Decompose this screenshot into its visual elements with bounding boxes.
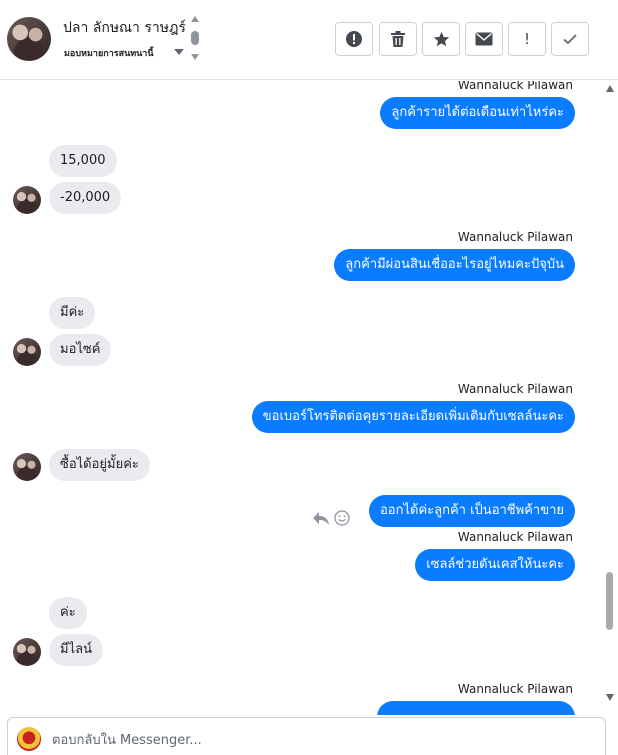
message-incoming[interactable]: มีค่ะ xyxy=(49,297,96,329)
sender-name: Wannaluck Pilawan xyxy=(457,382,573,396)
sender-name: Wannaluck Pilawan xyxy=(457,230,573,244)
contact-avatar-small[interactable] xyxy=(13,453,41,481)
scroll-thumb[interactable] xyxy=(606,572,613,630)
messenger-conversation-panel: ปลา ลักษณา ราษฎร์ มอบหมายการสนทนานี้ ! W… xyxy=(0,0,618,755)
contact-avatar-small[interactable] xyxy=(13,186,41,214)
message-outgoing[interactable]: ลูกค้ามีผ่อนสินเชื่ออะไรอยู่ไหมคะปัจุบัน xyxy=(334,249,575,281)
follow-up-button[interactable]: ! xyxy=(508,22,546,56)
assign-conversation-label[interactable]: มอบหมายการสนทนานี้ xyxy=(64,46,154,60)
reply-box xyxy=(7,717,606,755)
thread-scrollbar[interactable] xyxy=(603,81,618,709)
sender-name: Wannaluck Pilawan xyxy=(457,81,573,92)
page-avatar xyxy=(17,727,41,751)
message-incoming[interactable]: -20,000 xyxy=(49,182,122,214)
conversation-header: ปลา ลักษณา ราษฎร์ มอบหมายการสนทนานี้ ! xyxy=(0,0,618,80)
chevron-down-icon[interactable] xyxy=(174,49,184,55)
scroll-up-arrow-icon[interactable] xyxy=(191,16,199,22)
star-icon xyxy=(433,31,449,46)
reply-input[interactable] xyxy=(52,718,592,755)
alert-circle-icon xyxy=(346,31,362,47)
envelope-icon xyxy=(475,32,493,46)
mark-done-button[interactable] xyxy=(551,22,589,56)
message-outgoing[interactable]: ลูกค้ารายได้ต่อเดือนเท่าไหร่คะ xyxy=(380,97,575,129)
contact-name[interactable]: ปลา ลักษณา ราษฎร์ xyxy=(63,17,186,39)
reply-icon[interactable] xyxy=(312,510,330,526)
check-icon xyxy=(563,34,577,45)
mark-spam-button[interactable] xyxy=(335,22,373,56)
message-outgoing-partial[interactable] xyxy=(377,701,575,715)
delete-button[interactable] xyxy=(379,22,417,56)
message-incoming[interactable]: มอไซค์ xyxy=(49,334,112,366)
message-incoming[interactable]: มีไลน์ xyxy=(49,634,103,666)
message-incoming[interactable]: ค่ะ xyxy=(49,597,87,629)
message-actions xyxy=(312,509,352,527)
scroll-down-arrow-icon[interactable] xyxy=(606,694,614,701)
message-incoming[interactable]: 15,000 xyxy=(49,145,117,177)
scroll-up-arrow-icon[interactable] xyxy=(606,85,614,92)
contact-avatar[interactable] xyxy=(7,17,51,61)
message-outgoing[interactable]: เซลล์ช่วยดันเคสให้นะคะ xyxy=(415,549,575,581)
header-scrollbar[interactable] xyxy=(190,16,200,62)
contact-avatar-small[interactable] xyxy=(13,338,41,366)
trash-icon xyxy=(391,31,405,47)
message-outgoing[interactable]: ออกได้ค่ะลูกค้า เป็นอาชีพค้าขาย xyxy=(369,495,575,527)
scroll-thumb[interactable] xyxy=(191,31,199,45)
message-thread[interactable]: Wannaluck Pilawan ลูกค้ารายได้ต่อเดือนเท… xyxy=(0,81,603,715)
message-outgoing[interactable]: ขอเบอร์โทรติดต่อคุยรายละเอียดเพิ่มเติมกั… xyxy=(251,401,575,433)
message-incoming[interactable]: ซื้อได้อยู่มั้ยค่ะ xyxy=(49,449,150,481)
mark-unread-button[interactable] xyxy=(465,22,503,56)
contact-avatar-small[interactable] xyxy=(13,638,41,666)
exclamation-icon: ! xyxy=(523,30,530,48)
sender-name: Wannaluck Pilawan xyxy=(457,682,573,696)
scroll-down-arrow-icon[interactable] xyxy=(191,54,199,60)
smiley-icon[interactable] xyxy=(334,510,350,526)
sender-name: Wannaluck Pilawan xyxy=(457,530,573,544)
star-button[interactable] xyxy=(422,22,460,56)
